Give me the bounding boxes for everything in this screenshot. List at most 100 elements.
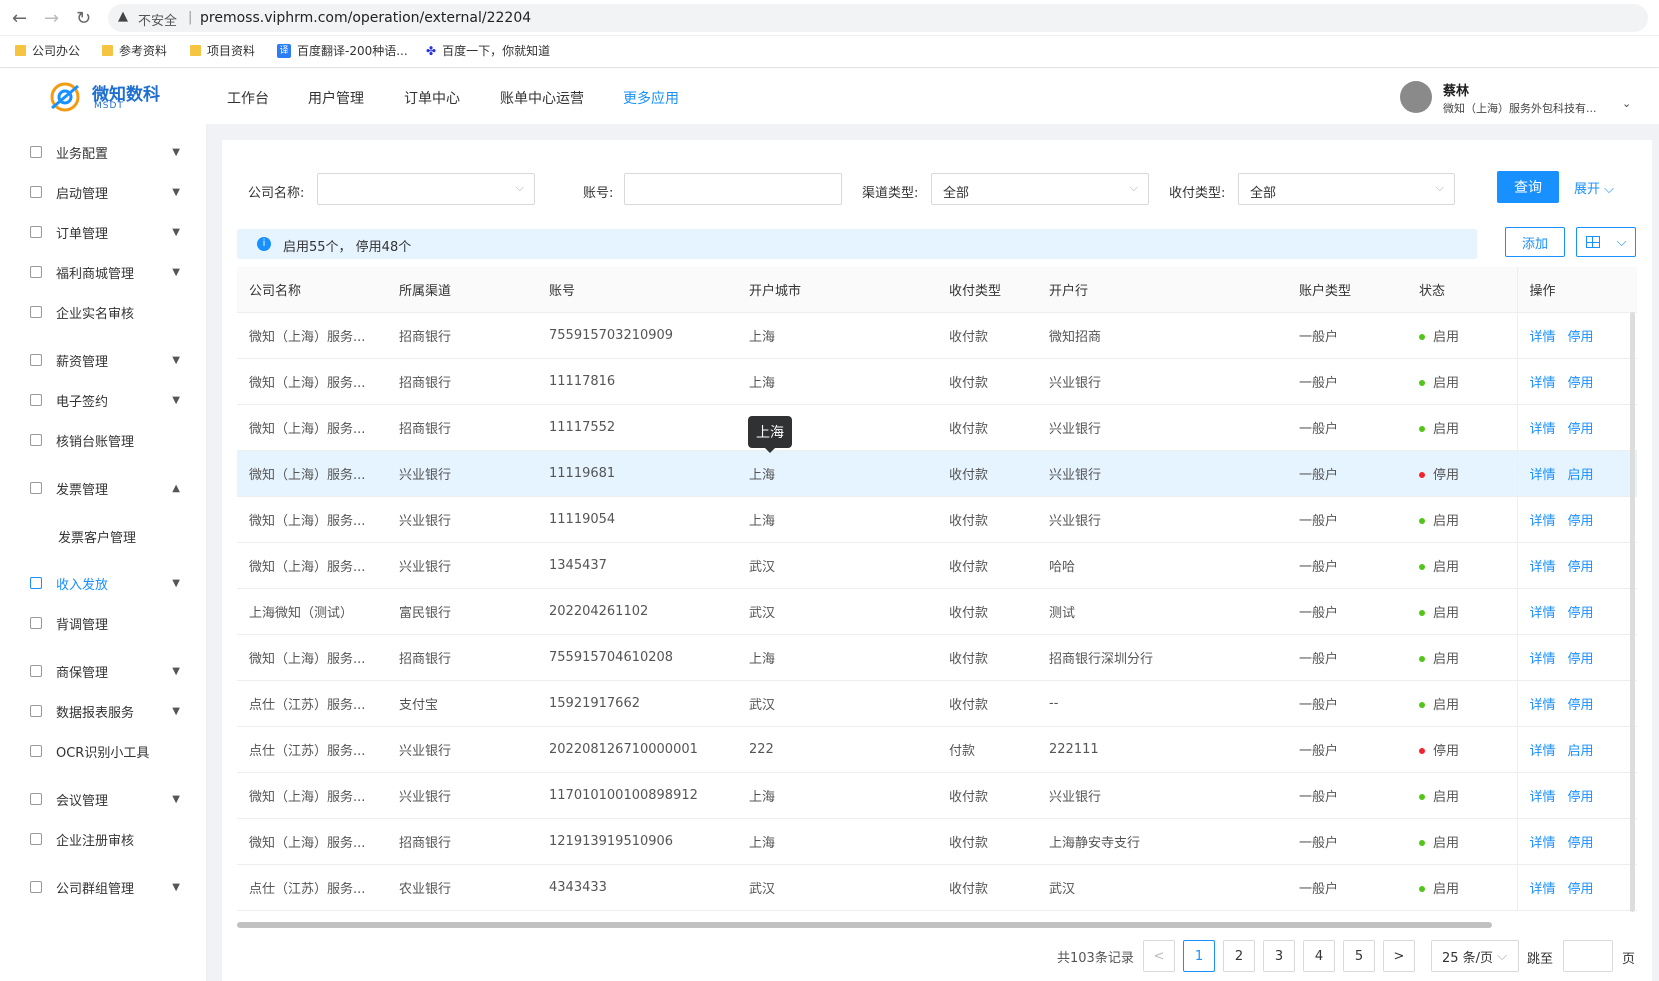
sidebar-item-welfare-mall[interactable]: 福利商城管理 ▼	[30, 261, 190, 283]
detail-link[interactable]: 详情	[1530, 376, 1556, 391]
prev-page-button[interactable]: <	[1143, 940, 1175, 972]
next-page-button[interactable]: >	[1383, 940, 1415, 972]
sidebar-item-salary[interactable]: 薪资管理 ▼	[30, 349, 190, 371]
sidebar-item-e-sign[interactable]: 电子签约 ▼	[30, 389, 190, 411]
vertical-scrollbar[interactable]	[1630, 312, 1635, 912]
table-row[interactable]: 微知（上海）服务... 兴业银行 1345437 武汉 收付款 哈哈 一般户 启用 详情 停用	[237, 542, 1637, 589]
horizontal-scrollbar[interactable]	[237, 922, 1492, 928]
address-bar[interactable]: ▲ 不安全 | premoss.viphrm.com/operation/ext…	[108, 4, 1648, 32]
nav-billing-operations[interactable]: 账单中心运营	[500, 88, 584, 108]
detail-link[interactable]: 详情	[1530, 330, 1556, 345]
detail-link[interactable]: 详情	[1530, 698, 1556, 713]
table-row[interactable]: 微知（上海）服务... 招商银行 755915704610208 上海 收付款 招商银行深…	[237, 634, 1637, 681]
detail-link[interactable]: 详情	[1530, 836, 1556, 851]
paytype-select[interactable]: 全部 ⌵	[1238, 173, 1455, 205]
toggle-status-link[interactable]: 停用	[1568, 422, 1594, 437]
sidebar-item-business-config[interactable]: 业务配置 ▼	[30, 141, 190, 163]
toggle-status-link[interactable]: 启用	[1568, 744, 1594, 759]
toggle-status-link[interactable]: 停用	[1568, 698, 1594, 713]
jump-page-input[interactable]	[1563, 940, 1613, 972]
sidebar-item-commercial-insurance[interactable]: 商保管理 ▼	[30, 660, 190, 682]
table-row[interactable]: 微知（上海）服务...招商银行11117552 上海 收付款兴业银行一般户 启用 详情停…	[237, 404, 1637, 451]
sidebar-item-meetings[interactable]: 会议管理 ▼	[30, 788, 190, 810]
table-cell: 武汉	[737, 588, 937, 635]
detail-link[interactable]: 详情	[1530, 790, 1556, 805]
page-4-button[interactable]: 4	[1303, 940, 1335, 972]
sidebar-item-background-check[interactable]: 背调管理	[30, 612, 190, 634]
operation-cell: 详情 停用	[1516, 818, 1637, 865]
account-input[interactable]	[624, 173, 842, 205]
toggle-status-link[interactable]: 停用	[1568, 836, 1594, 851]
sidebar-item-company-registration[interactable]: 企业注册审核	[30, 828, 190, 850]
status-cell: 启用	[1407, 680, 1517, 727]
toggle-status-link[interactable]: 停用	[1568, 330, 1594, 345]
table-row[interactable]: 微知（上海）服务... 兴业银行 117010100100898912 上海 收付款 兴业…	[237, 772, 1637, 819]
table-cell: 兴业银行	[387, 450, 537, 497]
sidebar-item-writeoff-ledger[interactable]: 核销台账管理	[30, 429, 190, 451]
sidebar-item-ocr-tool[interactable]: OCR识别小工具	[30, 740, 190, 762]
toggle-status-link[interactable]: 停用	[1568, 652, 1594, 667]
nav-workbench[interactable]: 工作台	[227, 88, 269, 108]
bookmark-xiangmu[interactable]: 项目资料	[190, 42, 255, 59]
avatar[interactable]	[1400, 81, 1432, 113]
bookmark-cankao[interactable]: 参考资料	[102, 42, 167, 59]
column-settings-button[interactable]: ⌵	[1576, 227, 1636, 257]
nav-order-center[interactable]: 订单中心	[404, 88, 460, 108]
detail-link[interactable]: 详情	[1530, 882, 1556, 897]
channel-select[interactable]: 全部 ⌵	[931, 173, 1149, 205]
company-select[interactable]: ⌵	[317, 173, 535, 205]
sidebar-item-orders[interactable]: 订单管理 ▼	[30, 221, 190, 243]
status-cell: 启用	[1407, 542, 1517, 589]
nav-user-management[interactable]: 用户管理	[308, 88, 364, 108]
page-2-button[interactable]: 2	[1223, 940, 1255, 972]
bookmark-fanyi[interactable]: 译百度翻译-200种语...	[277, 42, 408, 59]
column-header: 公司名称	[237, 267, 387, 313]
table-row[interactable]: 点仕（江苏）服务... 支付宝 15921917662 武汉 收付款 -- 一般户 启用 详情停…	[237, 680, 1637, 727]
bookmark-gongsi[interactable]: 公司办公	[15, 42, 80, 59]
table-row[interactable]: 微知（上海）服务... 招商银行 755915703210909 上海 收付款 微知招商一…	[237, 312, 1637, 359]
sidebar-item-income-payout[interactable]: 收入发放 ▼	[30, 572, 190, 594]
forward-icon[interactable]: →	[44, 8, 59, 29]
sidebar-item-data-reports[interactable]: 数据报表服务 ▼	[30, 700, 190, 722]
query-button[interactable]: 查询	[1497, 171, 1559, 203]
table-row[interactable]: 微知（上海）服务... 招商银行 121913919510906 上海 收付款 上海静安寺…	[237, 818, 1637, 865]
sidebar-item-company-groups[interactable]: 公司群组管理 ▼	[30, 876, 190, 898]
detail-link[interactable]: 详情	[1530, 652, 1556, 667]
detail-link[interactable]: 详情	[1530, 514, 1556, 529]
table-row[interactable]: 微知（上海）服务... 兴业银行 11119054 上海 收付款 兴业银行 一般户 启用 详情停…	[237, 496, 1637, 543]
sidebar-item-enterprise-verification[interactable]: 企业实名审核	[30, 301, 190, 323]
toggle-status-link[interactable]: 停用	[1568, 514, 1594, 529]
bookmark-baidu[interactable]: ✤ 百度一下，你就知道	[426, 42, 550, 59]
expand-button[interactable]: 展开 ⌵	[1574, 178, 1614, 197]
toggle-status-link[interactable]: 停用	[1568, 606, 1594, 621]
toggle-status-link[interactable]: 启用	[1568, 468, 1594, 483]
toggle-status-link[interactable]: 停用	[1568, 790, 1594, 805]
add-button[interactable]: 添加	[1505, 227, 1565, 257]
back-icon[interactable]: ←	[12, 8, 27, 29]
table-row[interactable]: 微知（上海）服务... 兴业银行 11119681 上海 收付款 兴业银行 一般户 停用 详情启…	[237, 450, 1637, 497]
toggle-status-link[interactable]: 停用	[1568, 560, 1594, 575]
status-dot-icon	[1419, 518, 1425, 524]
sidebar-item-invoice[interactable]: 发票管理 ▲	[30, 477, 190, 499]
detail-link[interactable]: 详情	[1530, 422, 1556, 437]
page-5-button[interactable]: 5	[1343, 940, 1375, 972]
warning-icon: ▲	[118, 9, 128, 24]
detail-link[interactable]: 详情	[1530, 606, 1556, 621]
page-1-button[interactable]: 1	[1183, 940, 1215, 972]
table-row[interactable]: 微知（上海）服务... 招商银行 11117816 上海 收付款 兴业银行 一般户 启用 详情停…	[237, 358, 1637, 405]
chevron-down-icon[interactable]: ⌄	[1622, 97, 1631, 110]
table-row[interactable]: 点仕（江苏）服务... 兴业银行 202208126710000001 222 付款 22…	[237, 726, 1637, 773]
sidebar-item-startup[interactable]: 启动管理 ▼	[30, 181, 190, 203]
detail-link[interactable]: 详情	[1530, 468, 1556, 483]
toggle-status-link[interactable]: 停用	[1568, 376, 1594, 391]
detail-link[interactable]: 详情	[1530, 560, 1556, 575]
page-3-button[interactable]: 3	[1263, 940, 1295, 972]
toggle-status-link[interactable]: 停用	[1568, 882, 1594, 897]
page-size-select[interactable]: 25 条/页 ⌵	[1431, 940, 1519, 972]
sidebar-item-invoice-customer[interactable]: 发票客户管理	[58, 525, 218, 547]
nav-more-apps[interactable]: 更多应用	[623, 88, 679, 108]
detail-link[interactable]: 详情	[1530, 744, 1556, 759]
table-row[interactable]: 上海微知（测试） 富民银行 202204261102 武汉 收付款 测试 一般户 启用 详情 停用	[237, 588, 1637, 635]
table-row[interactable]: 点仕（江苏）服务... 农业银行 4343433 武汉 收付款 武汉 一般户 启用 详情 停用	[237, 864, 1637, 911]
reload-icon[interactable]: ↻	[76, 8, 91, 29]
